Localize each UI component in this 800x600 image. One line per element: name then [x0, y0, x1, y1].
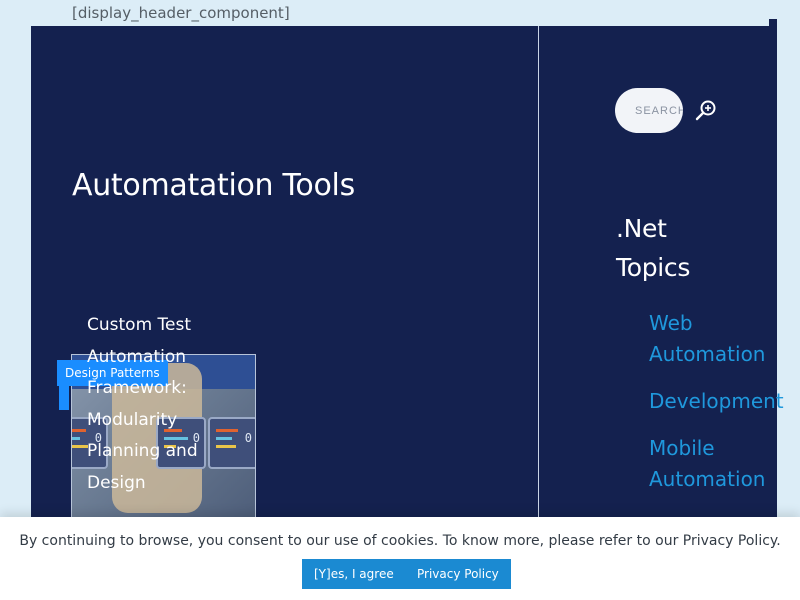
post-title-link[interactable]: Custom Test Automation Framework: Modula…: [87, 310, 237, 499]
search-icon[interactable]: [694, 98, 718, 122]
shortcode-placeholder-text: [display_header_component]: [72, 4, 290, 22]
cookie-agree-button[interactable]: [Y]es, I agree: [302, 559, 406, 589]
thumbnail-code-line: [72, 445, 88, 448]
sidebar-top-accent: [769, 19, 777, 27]
topic-link-development[interactable]: Development: [649, 386, 784, 417]
section-title: Automatation Tools: [72, 168, 355, 203]
thumbnail-card-number: 0: [244, 431, 252, 445]
thumbnail-code-line: [72, 437, 80, 440]
category-badge-tail: [59, 386, 69, 410]
privacy-policy-button[interactable]: Privacy Policy: [405, 559, 511, 589]
cookie-consent-message: By continuing to browse, you consent to …: [19, 533, 781, 549]
topics-heading: .Net Topics: [616, 214, 691, 282]
topic-link-web-automation[interactable]: Web Automation: [649, 308, 777, 370]
thumbnail-code-line: [72, 429, 86, 432]
search-input[interactable]: [615, 88, 683, 133]
cookie-consent-banner: By continuing to browse, you consent to …: [0, 517, 800, 600]
topic-link-mobile-automation[interactable]: Mobile Automation: [649, 433, 777, 495]
